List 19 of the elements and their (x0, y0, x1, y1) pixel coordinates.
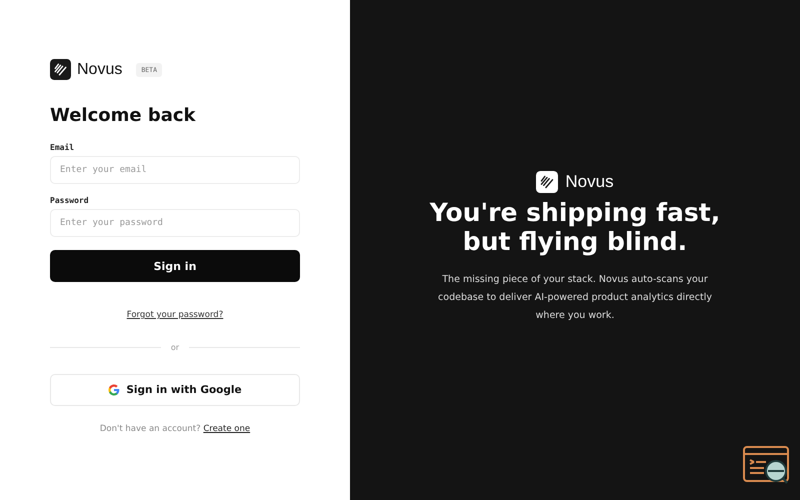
google-icon (108, 384, 120, 396)
brand-name: Novus (77, 60, 122, 78)
input-field[interactable]: Enter your email (50, 156, 300, 184)
google-sign-in-button[interactable]: Sign in with Google (50, 374, 300, 406)
create-account-link[interactable]: Create one (203, 424, 250, 434)
hero-description: The missing piece of your stack. Novus auto-scans your codebase to deliver AI-powered product analytics directly where you work. (437, 272, 713, 322)
sign-in-button[interactable]: Sign in (50, 250, 300, 282)
logo-icon (50, 59, 71, 80)
logo-icon (536, 171, 558, 193)
forgot-password-link[interactable]: Forgot your password? (126, 310, 224, 320)
brand-name: Novus (565, 172, 614, 192)
field-label: Password (50, 196, 90, 205)
signup-prompt: Don't have an account? (100, 424, 201, 434)
page-heading: Welcome back (50, 105, 197, 126)
field-label: Email (50, 143, 76, 152)
input-field[interactable]: Enter your password (50, 209, 300, 237)
hero-title: You're shipping fast, but flying blind. (430, 199, 720, 256)
divider-text: or (170, 343, 180, 352)
browser-magnifier-icon[interactable] (742, 445, 790, 485)
